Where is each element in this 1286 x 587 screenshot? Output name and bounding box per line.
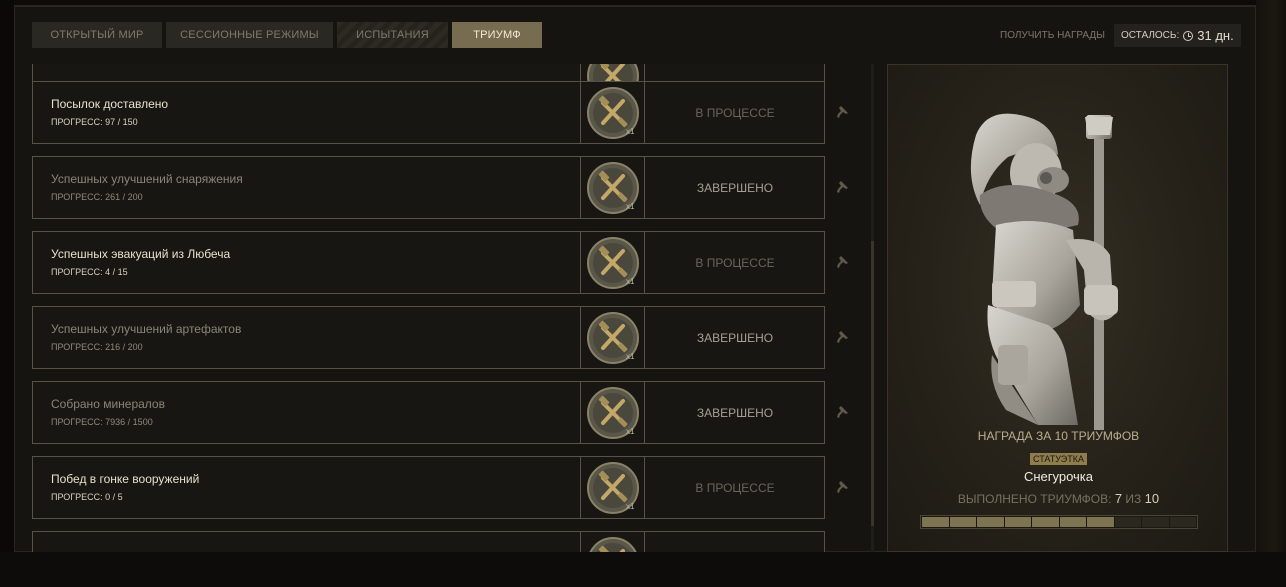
- snow-maiden-statue-image: [970, 113, 1118, 430]
- task-row[interactable]: Успешных улучшений снаряжения ПРОГРЕСС: …: [32, 156, 825, 219]
- pin-icon[interactable]: [835, 255, 849, 269]
- task-progress: ПРОГРЕСС: 0 / 5: [51, 492, 123, 502]
- task-row[interactable]: [32, 531, 825, 552]
- task-reward[interactable]: x1: [580, 307, 645, 368]
- task-title: Успешных улучшений снаряжения: [51, 172, 243, 186]
- triumph-count-done: 7: [1114, 491, 1123, 506]
- triumph-progress-bar: [920, 515, 1198, 529]
- clock-icon: [1183, 30, 1194, 41]
- reward-quantity: x1: [626, 502, 635, 511]
- reward-type-badge: СТАТУЭТКА: [1030, 453, 1087, 465]
- progress-segment: [1059, 517, 1086, 527]
- task-reward[interactable]: x1: [580, 382, 645, 443]
- reward-quantity: x1: [626, 277, 635, 286]
- progress-segment: [1004, 517, 1031, 527]
- task-reward[interactable]: x1: [580, 157, 645, 218]
- task-title: Посылок доставлено: [51, 97, 169, 111]
- reward-title: НАГРАДА ЗА 10 ТРИУМФОВ: [977, 429, 1140, 443]
- task-status: В ПРОЦЕССЕ: [695, 255, 775, 270]
- triumph-count: ВЫПОЛНЕНО ТРИУМФОВ: 7 ИЗ 10: [888, 491, 1227, 506]
- progress-segment: [1142, 517, 1169, 527]
- reward-quantity: x1: [626, 127, 635, 136]
- tab-open-world[interactable]: ОТКРЫТЫЙ МИР: [32, 22, 162, 48]
- triumph-count-label: ВЫПОЛНЕНО ТРИУМФОВ:: [957, 492, 1112, 506]
- progress-segment: [922, 517, 949, 527]
- task-reward[interactable]: x1: [580, 82, 645, 143]
- task-row[interactable]: Успешных улучшений артефактов ПРОГРЕСС: …: [32, 306, 825, 369]
- reward-quantity: x1: [626, 427, 635, 436]
- progress-segment: [1032, 517, 1059, 527]
- progress-segment: [949, 517, 976, 527]
- task-progress: ПРОГРЕСС: 4 / 15: [51, 267, 128, 277]
- crossed-tools-coin-icon: [589, 537, 637, 552]
- task-status: В ПРОЦЕССЕ: [695, 105, 775, 120]
- task-status: [646, 532, 824, 552]
- progress-segment: [977, 517, 1004, 527]
- task-reward[interactable]: [580, 532, 645, 552]
- tab-session-modes[interactable]: СЕССИОННЫЕ РЕЖИМЫ: [166, 22, 333, 48]
- task-row[interactable]: Побед в гонке вооружений ПРОГРЕСС: 0 / 5…: [32, 456, 825, 519]
- task-status: ЗАВЕРШЕНО: [696, 330, 774, 345]
- get-rewards-button[interactable]: ПОЛУЧИТЬ НАГРАДЫ: [1000, 30, 1105, 41]
- task-title: Успешных эвакуаций из Любеча: [51, 247, 231, 261]
- progress-segment: [1087, 517, 1114, 527]
- task-progress: ПРОГРЕСС: 7936 / 1500: [51, 417, 153, 427]
- pin-icon[interactable]: [835, 105, 849, 119]
- remaining-label: ОСТАЛОСЬ:: [1121, 30, 1180, 41]
- task-status: В ПРОЦЕССЕ: [695, 480, 775, 495]
- task-title: Успешных улучшений артефактов: [51, 322, 242, 336]
- task-status: ЗАВЕРШЕНО: [696, 180, 774, 195]
- task-title: Собрано минералов: [51, 397, 165, 411]
- tab-trials[interactable]: ИСПЫТАНИЯ: [337, 22, 448, 48]
- progress-segment: [1169, 517, 1196, 527]
- right-edge: [1256, 0, 1286, 587]
- remaining-value: 31 дн.: [1197, 28, 1234, 43]
- tab-bar: ОТКРЫТЫЙ МИР СЕССИОННЫЕ РЕЖИМЫ ИСПЫТАНИЯ…: [32, 22, 542, 48]
- left-edge: [0, 0, 14, 587]
- scrollbar-thumb[interactable]: [871, 241, 874, 526]
- task-status: ЗАВЕРШЕНО: [696, 405, 774, 420]
- progress-segment: [1114, 517, 1141, 527]
- reward-name: Снегурочка: [1023, 469, 1094, 484]
- task-title: Побед в гонке вооружений: [51, 472, 200, 486]
- triumph-count-total: 10: [1144, 491, 1160, 506]
- task-progress: ПРОГРЕСС: 97 / 150: [51, 117, 138, 127]
- task-row[interactable]: Собрано минералов ПРОГРЕСС: 7936 / 1500 …: [32, 381, 825, 444]
- task-progress: ПРОГРЕСС: 261 / 200: [51, 192, 143, 202]
- pin-icon[interactable]: [835, 405, 849, 419]
- task-row[interactable]: Успешных эвакуаций из Любеча ПРОГРЕСС: 4…: [32, 231, 825, 294]
- task-row[interactable]: Посылок доставлено ПРОГРЕСС: 97 / 150 x1…: [32, 81, 825, 144]
- reward-quantity: x1: [626, 352, 635, 361]
- reward-type: СТАТУЭТКА: [888, 449, 1227, 467]
- task-reward[interactable]: x1: [580, 457, 645, 518]
- task-progress: ПРОГРЕСС: 216 / 200: [51, 342, 143, 352]
- pin-icon[interactable]: [835, 180, 849, 194]
- pin-icon[interactable]: [835, 480, 849, 494]
- reward-panel: НАГРАДА ЗА 10 ТРИУМФОВ СТАТУЭТКА Снегуро…: [887, 64, 1228, 552]
- time-remaining: ОСТАЛОСЬ: 31 дн.: [1114, 24, 1241, 47]
- bottom-bar: [0, 552, 1286, 587]
- reward-quantity: x1: [626, 202, 635, 211]
- triumph-count-sep: ИЗ: [1125, 492, 1142, 506]
- pin-icon[interactable]: [835, 330, 849, 344]
- tab-triumph[interactable]: ТРИУМФ: [452, 22, 542, 48]
- task-list[interactable]: Посылок доставлено ПРОГРЕСС: 97 / 150 x1…: [32, 64, 872, 552]
- task-reward[interactable]: x1: [580, 232, 645, 293]
